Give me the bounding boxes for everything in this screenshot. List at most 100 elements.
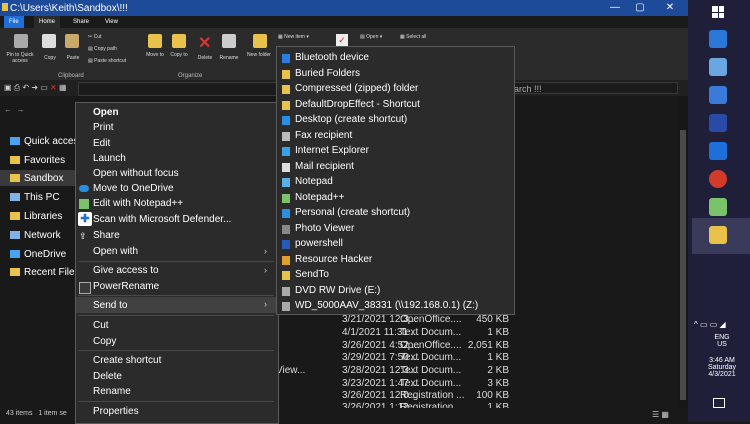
menu-item-move-to-onedrive[interactable]: Move to OneDrive — [93, 183, 174, 194]
tray-time: 3:46 AM — [709, 357, 735, 364]
cut-button[interactable]: ✂ Cut — [88, 34, 101, 40]
nav-sandbox[interactable]: Sandbox — [10, 173, 63, 184]
view-toggle-icons[interactable]: ☰ ▦ — [652, 410, 669, 419]
scrollbar-thumb[interactable] — [680, 130, 686, 400]
nav-libraries[interactable]: Libraries — [10, 211, 62, 222]
menu-item-create-shortcut[interactable]: Create shortcut — [93, 355, 161, 366]
copy-icon[interactable] — [42, 34, 56, 48]
menu-item-open-with[interactable]: Open with — [93, 246, 138, 257]
nav-this-pc[interactable]: This PC — [10, 192, 60, 203]
nav-quick-access[interactable]: Quick access — [10, 136, 83, 147]
nav-onedrive[interactable]: OneDrive — [10, 249, 66, 260]
send-to-item[interactable]: DVD RW Drive (E:) — [280, 285, 510, 299]
settings-taskbar-icon[interactable] — [709, 86, 727, 104]
tab-file[interactable]: File — [4, 16, 24, 28]
pin-icon[interactable] — [14, 34, 28, 48]
move-to-label[interactable]: Move to — [144, 52, 166, 58]
menu-item-send-to[interactable]: Send to — [93, 300, 127, 311]
notepad-icon — [282, 178, 290, 187]
menu-item-launch[interactable]: Launch — [93, 153, 126, 164]
paste-icon[interactable] — [65, 34, 79, 48]
send-to-item[interactable]: Notepad — [280, 176, 510, 190]
select-all-button[interactable]: ▦ Select all — [400, 34, 426, 40]
nav-network[interactable]: Network — [10, 230, 61, 241]
search-taskbar-icon[interactable] — [709, 30, 727, 48]
send-to-item[interactable]: Fax recipient — [280, 130, 510, 144]
menu-separator — [78, 261, 274, 262]
send-to-item[interactable]: DefaultDropEffect - Shortcut — [280, 99, 510, 113]
group-organize: Organize — [178, 73, 203, 79]
send-to-item[interactable]: Compressed (zipped) folder — [280, 83, 510, 97]
send-to-item[interactable]: Notepad++ — [280, 192, 510, 206]
notes-taskbar-icon[interactable] — [709, 58, 727, 76]
delete-icon[interactable]: ✕ — [198, 33, 211, 53]
send-to-item[interactable]: SendTo — [280, 269, 510, 283]
menu-item-copy[interactable]: Copy — [93, 336, 116, 347]
nav-favorites[interactable]: Favorites — [10, 155, 65, 166]
pin-button-label[interactable]: Pin to Quick access — [2, 52, 38, 64]
menu-item-powerrename[interactable]: PowerRename — [93, 281, 159, 292]
explorer-taskbar-icon[interactable] — [709, 226, 727, 244]
send-to-item-label: Notepad++ — [295, 191, 345, 203]
menu-item-rename[interactable]: Rename — [93, 386, 131, 397]
search-input[interactable]: earch !!! — [500, 82, 678, 94]
new-folder-label[interactable]: New folder — [246, 52, 272, 58]
send-to-item[interactable]: Photo Viewer — [280, 223, 510, 237]
tray-icons[interactable]: ^ ▭ ▭ ◢ — [694, 320, 726, 329]
tab-share[interactable]: Share — [68, 16, 94, 28]
rename-label[interactable]: Rename — [216, 55, 242, 61]
notepadpp-taskbar-icon[interactable] — [709, 198, 727, 216]
move-to-icon[interactable] — [148, 34, 162, 48]
menu-item-delete[interactable]: Delete — [93, 371, 122, 382]
send-to-item[interactable]: powershell — [280, 238, 510, 252]
quick-access-toolbar[interactable]: ▣ ⎙ ↶ ➜ ▭ ✕ ▦ — [4, 83, 67, 93]
menu-item-print[interactable]: Print — [93, 122, 114, 133]
notification-icon[interactable] — [713, 398, 725, 408]
menu-item-open-without-focus[interactable]: Open without focus — [93, 168, 179, 179]
send-to-item[interactable]: Buried Folders — [280, 68, 510, 82]
copy-button-label[interactable]: Copy — [40, 55, 60, 61]
send-to-item[interactable]: Resource Hacker — [280, 254, 510, 268]
menu-item-edit-notepadpp[interactable]: Edit with Notepad++ — [93, 198, 183, 209]
chrome-taskbar-icon[interactable] — [709, 170, 727, 188]
menu-item-scan-defender[interactable]: Scan with Microsoft Defender... — [93, 214, 231, 225]
mail-taskbar-icon[interactable] — [709, 142, 727, 160]
send-to-item-label: Fax recipient — [295, 129, 353, 141]
send-to-item[interactable]: Desktop (create shortcut) — [280, 114, 510, 128]
paste-shortcut-button[interactable]: ▤ Paste shortcut — [88, 58, 126, 64]
menu-item-give-access[interactable]: Give access to — [93, 265, 159, 276]
folder-icon — [2, 3, 8, 11]
menu-item-edit[interactable]: Edit — [93, 138, 110, 149]
properties-icon[interactable]: ✓ — [336, 34, 348, 46]
new-folder-icon[interactable] — [253, 34, 267, 48]
send-to-item[interactable]: Internet Explorer — [280, 145, 510, 159]
paste-shortcut-label: Paste shortcut — [94, 58, 127, 64]
nav-recent-files[interactable]: Recent Files — [10, 267, 80, 278]
start-icon[interactable] — [712, 6, 724, 18]
send-to-item[interactable]: Personal (create shortcut) — [280, 207, 510, 221]
paste-button-label[interactable]: Paste — [63, 55, 83, 61]
send-to-item-label: DVD RW Drive (E:) — [295, 284, 381, 296]
new-item-button[interactable]: ▦ New item ▾ — [278, 34, 309, 40]
open-button[interactable]: ▤ Open ▾ — [360, 34, 382, 40]
menu-item-cut[interactable]: Cut — [93, 320, 109, 331]
close-button[interactable]: ✕ — [655, 0, 685, 16]
nav-back-forward[interactable]: ← → — [4, 105, 24, 114]
send-to-item[interactable]: WD_5000AAV_38331 (\\192.168.0.1) (Z:) — [280, 300, 510, 314]
maximize-button[interactable]: ▢ — [625, 0, 655, 16]
system-tray[interactable]: ENG US 3:46 AM Saturday 4/3/2021 — [694, 334, 750, 378]
copy-path-button[interactable]: ▤ Copy path — [88, 46, 117, 52]
tab-view[interactable]: View — [100, 16, 123, 28]
copy-to-icon[interactable] — [172, 34, 186, 48]
tab-home[interactable]: Home — [34, 16, 61, 28]
powershell-taskbar-icon[interactable] — [709, 114, 727, 132]
rename-icon[interactable] — [222, 34, 236, 48]
send-to-item[interactable]: Mail recipient — [280, 161, 510, 175]
send-to-item[interactable]: Bluetooth device — [280, 52, 510, 66]
menu-item-open[interactable]: Open — [93, 107, 119, 118]
delete-label[interactable]: Delete — [194, 55, 216, 61]
copy-to-label[interactable]: Copy to — [168, 52, 190, 58]
submenu-arrow-icon: › — [264, 246, 267, 256]
menu-item-share[interactable]: Share — [93, 230, 120, 241]
menu-item-properties[interactable]: Properties — [93, 406, 139, 417]
